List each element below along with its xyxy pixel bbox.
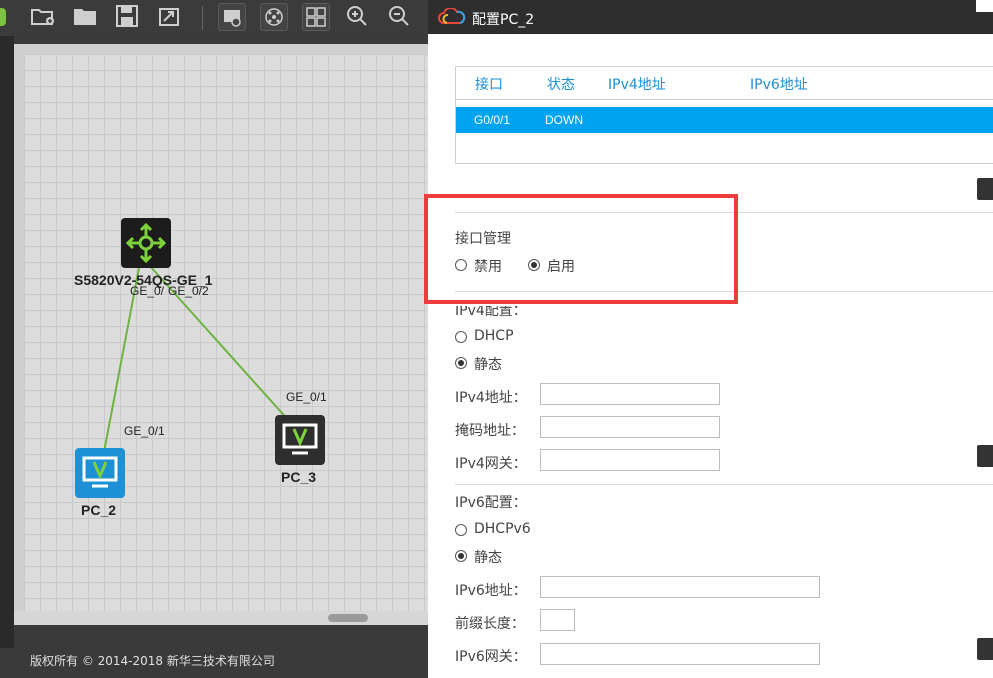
pc2-device[interactable] [75,448,125,498]
horizontal-scrollbar[interactable] [14,611,428,625]
ipv6-section-title: IPv6配置： [455,495,527,511]
radio-enable[interactable] [528,259,540,271]
config-dialog: 配置PC_2 接口 状态 IPv4地址 IPv6地址 G0/0/1 DOWN 接… [428,0,993,678]
port-label: GE_0/ [130,284,165,298]
ipv4-section-title: IPv4配置： [455,303,527,319]
port-label: GE_0/1 [286,390,327,404]
radio-ipv6-static-label[interactable]: 静态 [474,547,502,567]
pc3-label: PC_3 [281,469,317,485]
scrollbar-thumb[interactable] [328,614,368,622]
port-label: GE_0/1 [124,424,165,438]
dialog-title: 配置PC_2 [472,12,535,28]
ipv4-mask-input[interactable] [540,416,720,438]
ipv6-address-label: IPv6地址： [455,583,527,599]
table-row[interactable]: G0/0/1 DOWN [456,107,993,133]
cell-status: DOWN [545,113,583,127]
section-divider [455,291,993,292]
ipv4-apply-button[interactable] [977,445,993,467]
section-divider [455,212,993,213]
ipv6-gateway-input[interactable] [540,643,820,665]
table-header-divider [456,99,993,100]
apply-button[interactable] [977,178,993,200]
ipv6-apply-button[interactable] [977,638,993,660]
column-header[interactable]: 状态 [547,74,575,94]
dialog-titlebar[interactable]: 配置PC_2 [428,0,993,34]
iface-mgmt-title: 接口管理 [455,231,511,247]
ipv4-gateway-input[interactable] [540,449,720,471]
radio-ipv6-dhcp-label[interactable]: DHCPv6 [474,521,531,537]
copyright-footer: 版权所有 © 2014-2018 新华三技术有限公司 [0,648,428,678]
column-header[interactable]: IPv4地址 [608,74,666,94]
ipv4-address-label: IPv4地址： [455,390,527,406]
ipv6-prefix-input[interactable] [540,609,575,631]
topology-links [103,265,291,453]
radio-ipv4-dhcp[interactable] [455,331,467,343]
column-header[interactable]: 接口 [475,74,503,94]
ipv6-prefix-label: 前缀长度： [455,616,525,632]
radio-disable-label[interactable]: 禁用 [474,256,502,276]
column-header[interactable]: IPv6地址 [750,74,808,94]
radio-ipv6-static[interactable] [455,550,467,562]
ipv4-gateway-label: IPv4网关： [455,456,527,472]
section-divider [455,484,993,485]
ipv4-address-input[interactable] [540,383,720,405]
pc-icon [275,415,325,465]
ipv6-address-input[interactable] [540,576,820,598]
switch-icon [121,218,171,268]
pc-icon [75,448,125,498]
radio-enable-label[interactable]: 启用 [547,256,575,276]
ipv4-mask-label: 掩码地址： [455,423,525,439]
switch-device[interactable] [121,218,171,268]
radio-disable[interactable] [455,259,467,271]
radio-ipv4-dhcp-label[interactable]: DHCP [474,328,514,344]
cloud-icon [438,8,466,24]
radio-ipv4-static-label[interactable]: 静态 [474,354,502,374]
close-button[interactable] [976,0,993,12]
pc3-device[interactable] [275,415,325,465]
ipv6-gateway-label: IPv6网关： [455,649,527,665]
cell-interface: G0/0/1 [474,113,511,127]
radio-ipv6-dhcp[interactable] [455,524,467,536]
pc2-label: PC_2 [81,502,117,518]
port-label: GE_0/2 [168,284,209,298]
radio-ipv4-static[interactable] [455,357,467,369]
interface-table: 接口 状态 IPv4地址 IPv6地址 G0/0/1 DOWN [455,66,993,164]
